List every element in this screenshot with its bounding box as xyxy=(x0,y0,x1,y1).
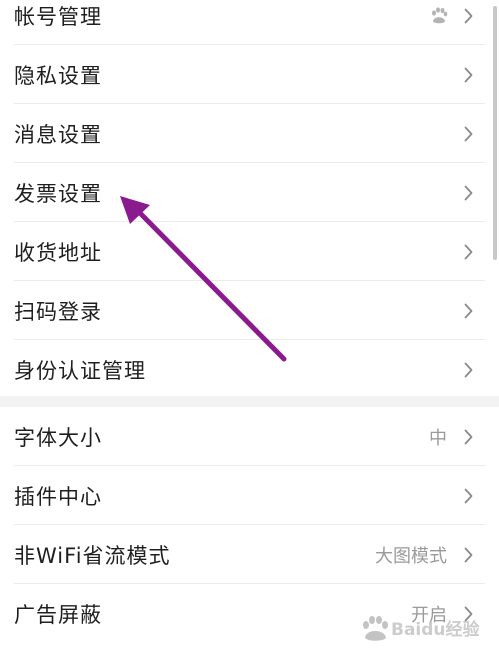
row-identity-verification[interactable]: 身份认证管理 xyxy=(0,340,499,399)
scrollbar[interactable] xyxy=(493,6,497,260)
row-value: 开启 xyxy=(411,604,447,626)
section-divider xyxy=(0,396,499,407)
row-label: 收货地址 xyxy=(14,240,102,265)
settings-group-display: 字体大小 中 插件中心 非WiFi省流模式 大图模式 广告屏蔽 开启 xyxy=(0,407,499,643)
row-label: 消息设置 xyxy=(14,122,102,147)
row-message-settings[interactable]: 消息设置 xyxy=(0,104,499,163)
row-label: 扫码登录 xyxy=(14,299,102,324)
row-label: 插件中心 xyxy=(14,484,102,509)
row-label: 广告屏蔽 xyxy=(14,602,102,627)
row-value: 中 xyxy=(429,427,447,449)
row-scan-login[interactable]: 扫码登录 xyxy=(0,281,499,340)
chevron-right-icon xyxy=(464,606,473,621)
settings-group-account: 帐号管理 隐私设置 消息设置 发票设置 收货地址 扫码登录 身份认证管理 xyxy=(0,0,499,399)
row-font-size[interactable]: 字体大小 中 xyxy=(0,407,499,466)
row-data-saving-mode[interactable]: 非WiFi省流模式 大图模式 xyxy=(0,525,499,584)
chevron-right-icon xyxy=(464,67,473,82)
row-label: 隐私设置 xyxy=(14,63,102,88)
chevron-right-icon xyxy=(464,303,473,318)
row-label: 非WiFi省流模式 xyxy=(14,543,171,568)
row-account-management[interactable]: 帐号管理 xyxy=(0,0,499,45)
row-invoice-settings[interactable]: 发票设置 xyxy=(0,163,499,222)
row-label: 身份认证管理 xyxy=(14,358,146,383)
chevron-right-icon xyxy=(464,488,473,503)
row-plugin-center[interactable]: 插件中心 xyxy=(0,466,499,525)
row-label: 帐号管理 xyxy=(14,4,102,29)
chevron-right-icon xyxy=(464,429,473,444)
row-shipping-address[interactable]: 收货地址 xyxy=(0,222,499,281)
row-privacy-settings[interactable]: 隐私设置 xyxy=(0,45,499,104)
chevron-right-icon xyxy=(464,8,473,23)
chevron-right-icon xyxy=(464,126,473,141)
chevron-right-icon xyxy=(464,244,473,259)
row-label: 字体大小 xyxy=(14,425,102,450)
row-ad-blocking[interactable]: 广告屏蔽 开启 xyxy=(0,584,499,643)
row-value: 大图模式 xyxy=(375,545,447,567)
chevron-right-icon xyxy=(464,547,473,562)
settings-screen: 帐号管理 隐私设置 消息设置 发票设置 收货地址 扫码登录 身份认证管理 字体大… xyxy=(0,0,499,657)
row-label: 发票设置 xyxy=(14,181,102,206)
chevron-right-icon xyxy=(464,185,473,200)
chevron-right-icon xyxy=(464,362,473,377)
baidu-paw-icon xyxy=(432,6,448,23)
